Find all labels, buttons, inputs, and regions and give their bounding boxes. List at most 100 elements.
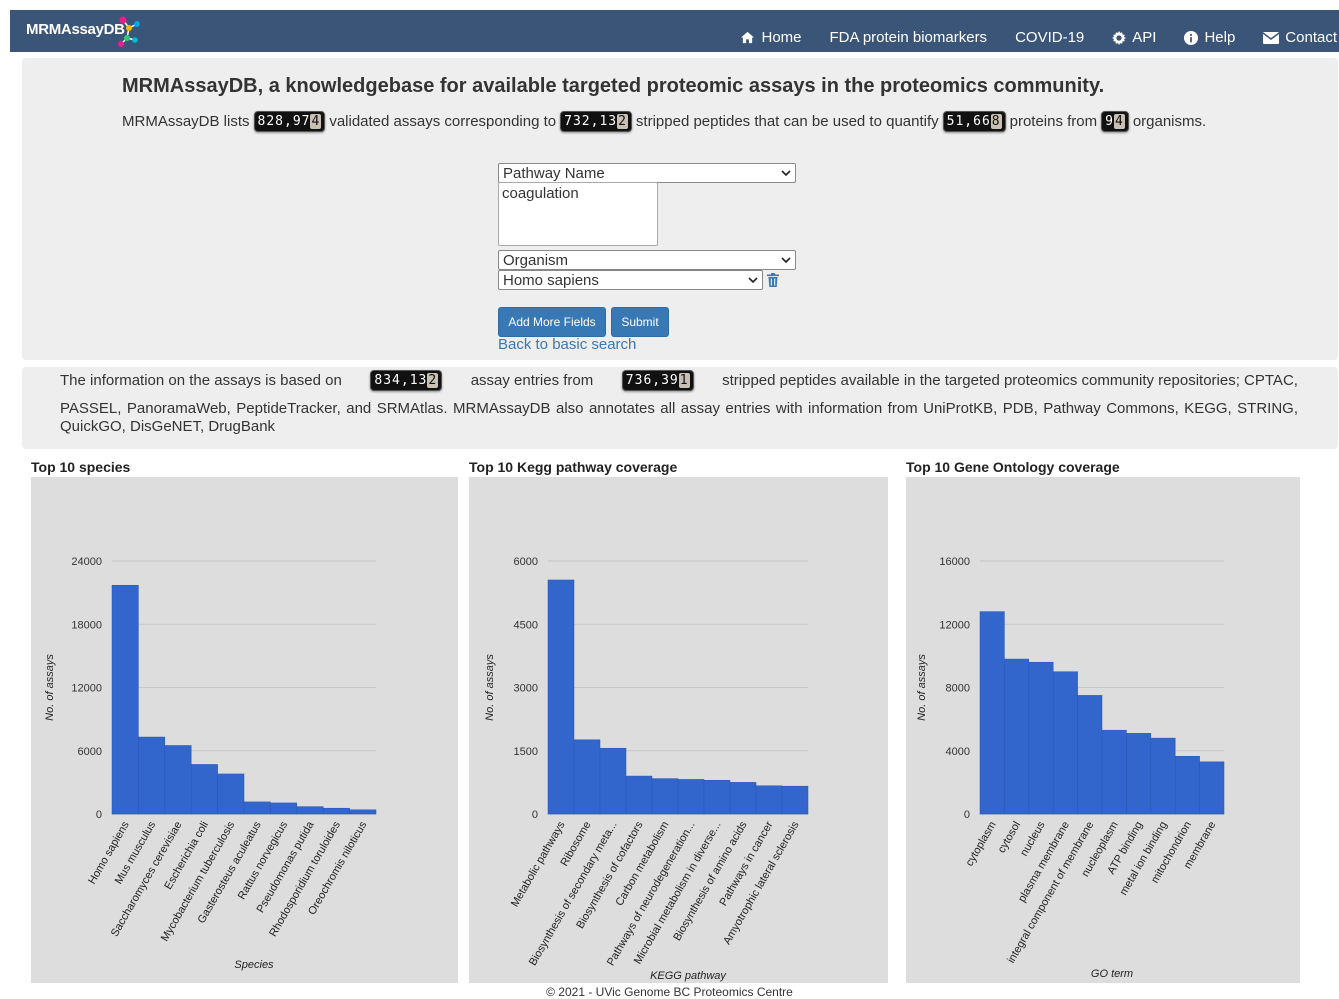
counter-digit: 2 xyxy=(427,372,439,388)
y-tick-label: 4500 xyxy=(514,619,538,631)
nav-home[interactable]: Home xyxy=(726,29,815,46)
bar xyxy=(349,809,377,815)
counter-digit: 4 xyxy=(392,372,401,388)
y-axis-title: No. of assays xyxy=(44,654,56,721)
counter-digit: 8 xyxy=(374,372,384,388)
info-text-1: The information on the assays is based o… xyxy=(60,371,342,389)
y-tick-label: 3000 xyxy=(514,683,538,695)
nav-fda-biomarkers[interactable]: FDA protein biomarkers xyxy=(816,29,1002,46)
bar xyxy=(217,773,245,815)
counter-digit: 9 xyxy=(669,372,679,388)
back-to-basic-search-link[interactable]: Back to basic search xyxy=(498,336,636,353)
nav-contact[interactable]: Contact xyxy=(1249,29,1339,46)
bar xyxy=(573,739,601,815)
counter-digit: 3 xyxy=(572,114,582,129)
counter-digit: 9 xyxy=(292,114,302,129)
counter-digit: 4 xyxy=(310,114,322,129)
gear-icon xyxy=(1112,30,1127,45)
chevron-down-icon xyxy=(748,277,758,284)
top-navbar: MRMAssayDB Home FDA protein biomarkers C… xyxy=(10,10,1339,52)
nav-api-label: API xyxy=(1132,29,1157,46)
info-icon xyxy=(1184,30,1199,45)
bar xyxy=(677,779,705,815)
y-tick-label: 18000 xyxy=(71,619,102,631)
bar xyxy=(547,579,575,815)
peptides-counter: 732,132 xyxy=(560,111,632,132)
species-chart-svg: 06000120001800024000Homo sapiensMus musc… xyxy=(44,556,377,971)
field2-type-value: Organism xyxy=(503,251,569,269)
x-axis-title: Species xyxy=(234,959,274,971)
counter-digit: 2 xyxy=(617,114,628,129)
counter-digit: 1 xyxy=(955,114,965,129)
bar xyxy=(322,807,350,815)
counter-digit: 1 xyxy=(599,114,609,129)
nav-help[interactable]: Help xyxy=(1170,29,1249,46)
nav-covid[interactable]: COVID-19 xyxy=(1001,29,1098,46)
chart-title-kegg: Top 10 Kegg pathway coverage xyxy=(469,459,678,475)
counter-digit: 3 xyxy=(383,372,393,388)
y-tick-label: 4000 xyxy=(946,746,970,758)
field1-type-select[interactable]: Pathway Name xyxy=(498,163,796,183)
counter-digit: 8 xyxy=(990,114,1002,129)
field2-type-select[interactable]: Organism xyxy=(498,250,796,270)
y-tick-label: 0 xyxy=(964,809,970,821)
bar xyxy=(138,736,166,815)
nav-fda-label: FDA protein biomarkers xyxy=(829,29,988,46)
nav-api[interactable]: API xyxy=(1098,29,1170,46)
y-tick-label: 16000 xyxy=(939,556,970,568)
bar xyxy=(243,801,271,815)
counter-digit: 8 xyxy=(275,114,284,129)
counter-digit: , xyxy=(590,114,600,129)
bar xyxy=(1077,695,1103,815)
info-text-3: stripped peptides available in the targe… xyxy=(722,371,1298,389)
trash-icon[interactable] xyxy=(767,273,779,287)
bar xyxy=(296,806,324,815)
advanced-search-panel: MRMAssayDB, a knowledgebase for availabl… xyxy=(22,58,1338,360)
counter-digit: 6 xyxy=(643,372,653,388)
bar xyxy=(703,780,731,815)
proteins-counter: 51,668 xyxy=(942,111,1006,132)
field1-value-input[interactable]: coagulation xyxy=(498,182,658,246)
stats-prefix: MRMAssayDB lists xyxy=(122,113,250,130)
stats-mid2: stripped peptides that can be used to qu… xyxy=(635,113,939,130)
y-tick-label: 6000 xyxy=(514,556,538,568)
brand-logo-icon xyxy=(118,16,140,47)
counter-digit: 3 xyxy=(634,372,644,388)
counter-digit: 3 xyxy=(661,372,670,388)
add-more-fields-button[interactable]: Add More Fields xyxy=(498,307,606,337)
nav-covid-label: COVID-19 xyxy=(1015,29,1085,46)
counter-digit: , xyxy=(964,114,974,129)
bar xyxy=(781,785,809,815)
bar xyxy=(729,782,757,815)
x-tick-label: cytoplasm xyxy=(964,820,999,869)
bar xyxy=(755,785,783,815)
counter-digit: 3 xyxy=(608,114,618,129)
bar xyxy=(1101,729,1127,815)
chart-title-go: Top 10 Gene Ontology coverage xyxy=(906,459,1120,475)
counter-digit: 1 xyxy=(409,372,419,388)
bar xyxy=(599,747,627,815)
y-tick-label: 1500 xyxy=(514,746,538,758)
y-tick-label: 0 xyxy=(96,809,102,821)
counter-digit: 2 xyxy=(266,114,276,129)
counter-digit: 8 xyxy=(257,114,267,129)
counter-digit: 9 xyxy=(1105,114,1114,129)
x-axis-title: GO term xyxy=(1091,968,1133,980)
nav-contact-label: Contact xyxy=(1285,29,1337,46)
counter-digit: 7 xyxy=(564,114,573,129)
field2-value-select[interactable]: Homo sapiens xyxy=(498,270,763,290)
submit-button[interactable]: Submit xyxy=(611,307,669,337)
home-icon xyxy=(741,31,755,44)
bar xyxy=(1174,756,1200,815)
organisms-counter: 94 xyxy=(1101,111,1129,132)
kegg-chart: 0 1500 3000 4500 6000 Metabolic pathways Ribos… xyxy=(469,477,888,983)
chevron-down-icon xyxy=(781,257,791,264)
species-chart: 0 6000 12000 18000 24000 Homo sapiens Mus musc… xyxy=(31,477,458,983)
bar xyxy=(1028,661,1054,815)
bar xyxy=(979,611,1005,815)
info-peptides-counter: 736,391 xyxy=(621,369,694,391)
brand-name[interactable]: MRMAssayDB xyxy=(26,21,125,38)
go-chart-svg: 0400080001200016000cytoplasmcytosolnucle… xyxy=(916,556,1225,980)
stats-suffix: organisms. xyxy=(1132,113,1207,130)
counter-digit: 6 xyxy=(981,114,991,129)
